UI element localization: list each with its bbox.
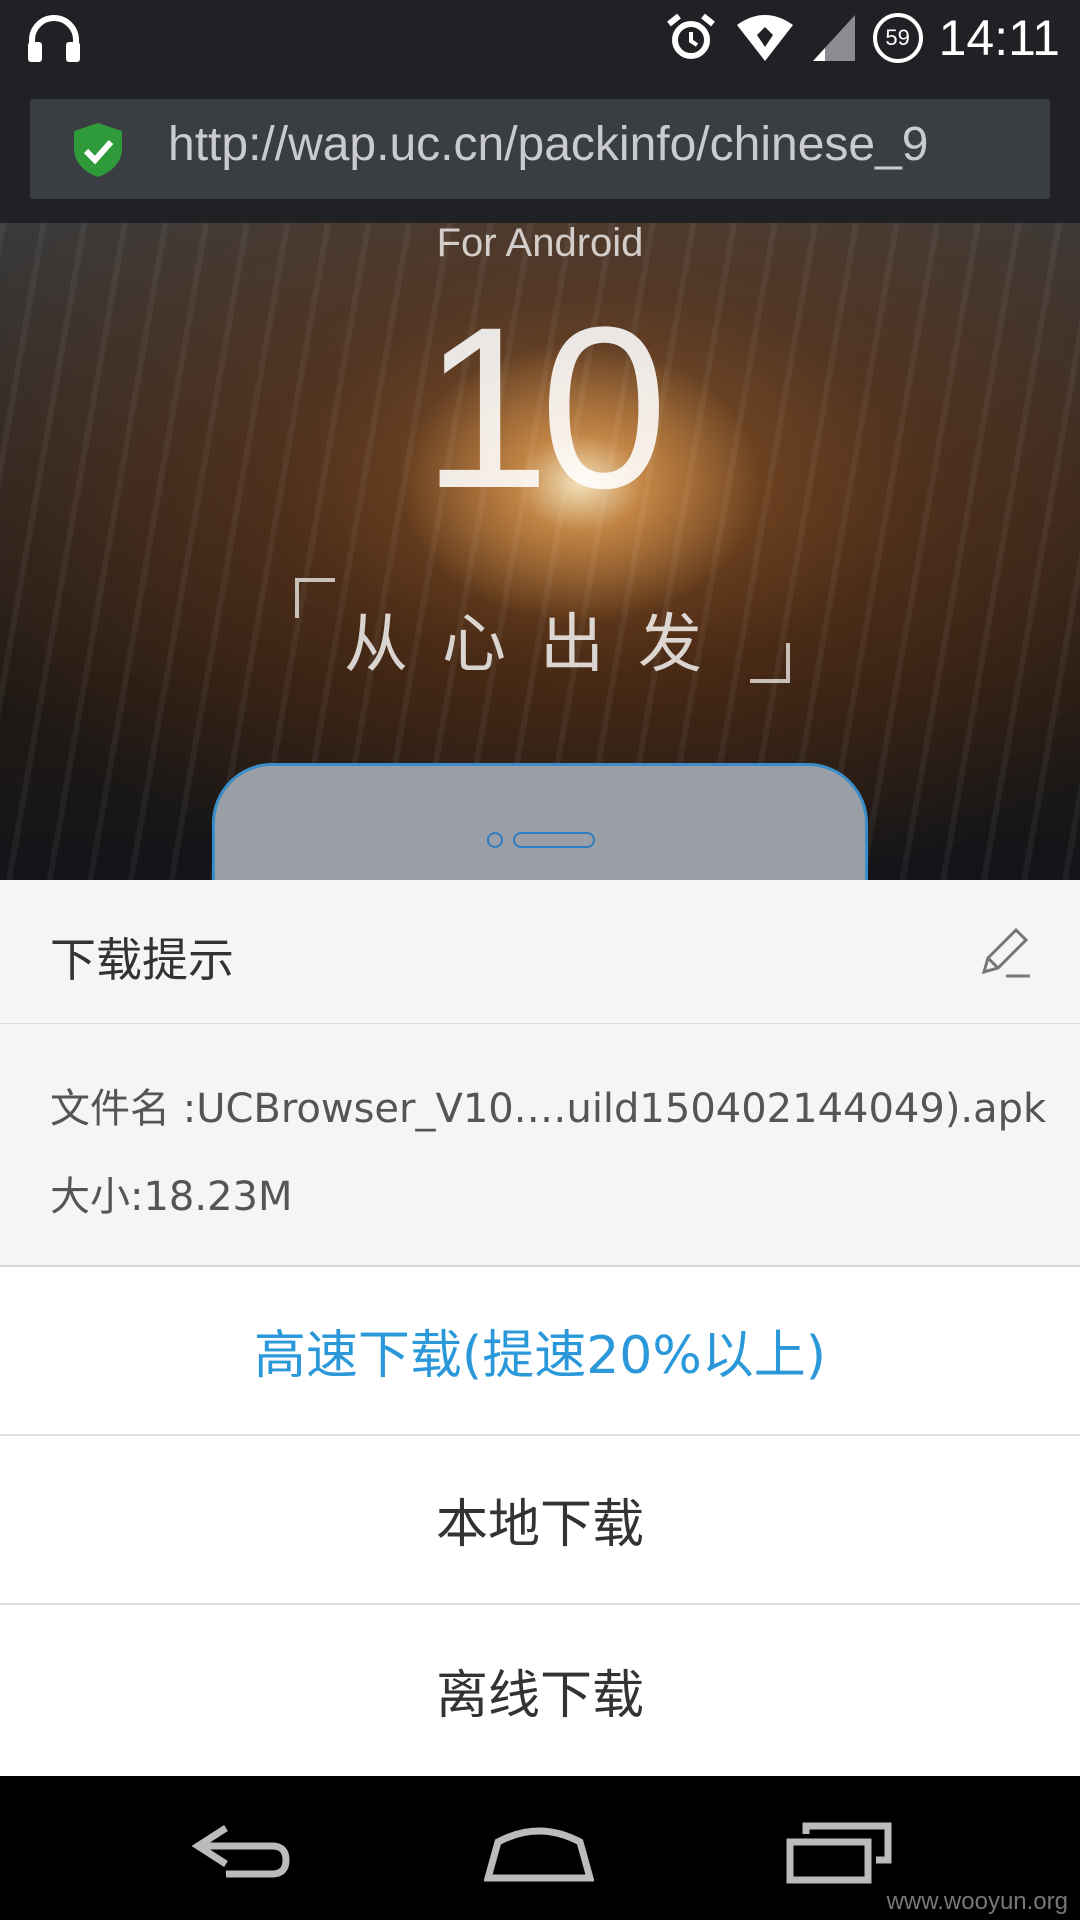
address-bar[interactable]: http://wap.uc.cn/packinfo/chinese_9 [30,99,1050,199]
clock: 14:11 [938,10,1060,66]
watermark: www.wooyun.org [886,1888,1068,1915]
edit-icon[interactable] [976,924,1032,980]
headphones-icon [28,15,80,62]
security-shield-icon[interactable] [70,121,126,179]
wifi-icon [736,15,793,61]
navigation-bar: www.wooyun.org [0,1776,1080,1920]
local-download-button[interactable]: 本地下载 [0,1436,1080,1605]
file-info: 文件名 :UCBrowser_V10.…uild150402144049).ap… [0,1024,1080,1267]
browser-toolbar: http://wap.uc.cn/packinfo/chinese_9 [0,75,1080,223]
platform-label: For Android [436,223,644,265]
signal-icon [812,15,855,61]
phone-speaker [513,832,595,848]
battery-level: 59 [885,25,910,50]
home-icon[interactable] [484,1816,594,1886]
tagline: 从心出发 [344,608,736,682]
phone-camera [487,832,503,848]
file-name: 文件名 :UCBrowser_V10.…uild150402144049).ap… [50,1086,1047,1132]
bracket-right [750,643,790,683]
version-number: 10 [422,279,668,536]
url-text[interactable]: http://wap.uc.cn/packinfo/chinese_9 [168,117,928,172]
file-size: 大小:18.23M [50,1174,293,1220]
back-icon[interactable] [186,1816,296,1886]
phone-illustration [212,763,868,880]
page-banner: For Android 10 从心出发 [0,223,1080,880]
recent-apps-icon[interactable] [786,1816,896,1886]
offline-download-button[interactable]: 离线下载 [0,1605,1080,1776]
alarm-icon [666,13,715,59]
status-bar: 59 14:11 [0,0,1080,75]
battery-icon: 59 [872,13,923,63]
dialog-title: 下载提示 [50,933,234,987]
dialog-header: 下载提示 [0,880,1080,1024]
fast-download-button[interactable]: 高速下载(提速20%以上) [0,1267,1080,1436]
download-dialog: 下载提示 文件名 :UCBrowser_V10.…uild15040214404… [0,880,1080,1776]
